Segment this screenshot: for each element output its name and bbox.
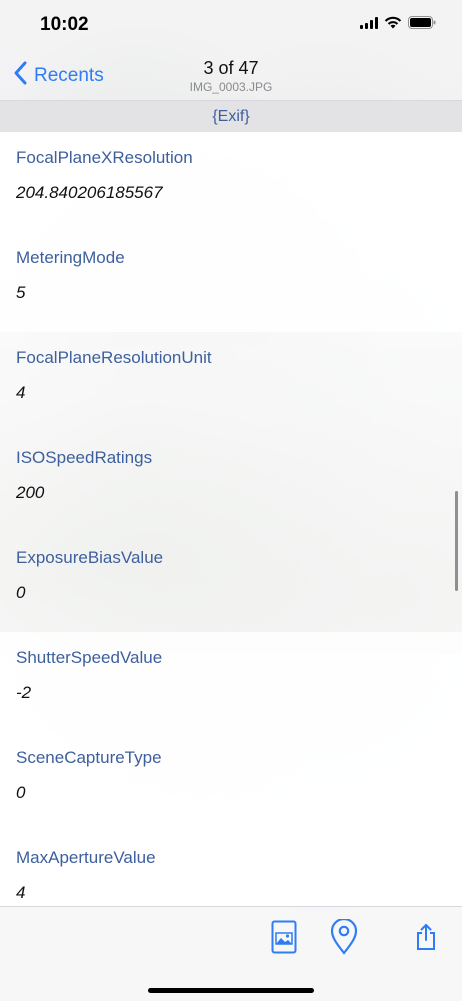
metadata-value: 4 [16,383,26,402]
metadata-value: 204.840206185567 [16,183,163,202]
metadata-key: FocalPlaneResolutionUnit [16,348,212,367]
page-title: 3 of 47 [203,58,259,78]
metadata-list[interactable]: FocalPlaneXResolution 204.840206185567 Met… [0,132,462,906]
list-item[interactable]: FocalPlaneXResolution 204.840206185567 [0,132,462,232]
list-item[interactable]: ShutterSpeedValue -2 [0,632,462,732]
list-item[interactable]: SceneCaptureType 0 [0,732,462,832]
cellular-signal-icon [360,16,378,34]
photo-button[interactable] [267,919,301,959]
navigation-bar: Recents 3 of 47 IMG_0003.JPG [0,50,462,100]
metadata-key: MaxApertureValue [16,848,156,867]
photo-icon [271,920,297,959]
metadata-value: 4 [16,883,26,902]
share-button[interactable] [409,919,443,959]
bottom-toolbar [0,906,462,1001]
location-button[interactable] [327,917,361,960]
status-icons [360,16,436,34]
home-indicator[interactable] [148,988,314,993]
metadata-key: FocalPlaneXResolution [16,148,193,167]
metadata-key: MeteringMode [16,248,125,267]
metadata-value: -2 [16,683,32,702]
page-subtitle: IMG_0003.JPG [189,80,273,94]
nav-title: 3 of 47 IMG_0003.JPG [0,58,462,94]
battery-icon [408,16,436,34]
metadata-value: 0 [16,583,26,602]
status-bar: 10:02 [0,0,462,50]
location-pin-icon [330,917,358,960]
list-item[interactable]: MeteringMode 5 [0,232,462,332]
metadata-key: SceneCaptureType [16,748,162,767]
metadata-key: ExposureBiasValue [16,548,164,567]
share-icon [415,923,437,956]
metadata-key: ISOSpeedRatings [16,448,153,467]
metadata-value: 0 [16,783,26,802]
list-item[interactable]: ExposureBiasValue 0 [0,532,462,632]
scroll-indicator[interactable] [455,491,458,591]
list-item[interactable]: MaxApertureValue 4 [0,832,462,906]
metadata-value: 5 [16,283,26,302]
status-time: 10:02 [40,14,89,35]
section-header: {Exif} [0,100,462,132]
wifi-icon [384,16,402,34]
metadata-key: ShutterSpeedValue [16,648,163,667]
list-item[interactable]: ISOSpeedRatings 200 [0,432,462,532]
metadata-value: 200 [16,483,45,502]
list-item[interactable]: FocalPlaneResolutionUnit 4 [0,332,462,432]
